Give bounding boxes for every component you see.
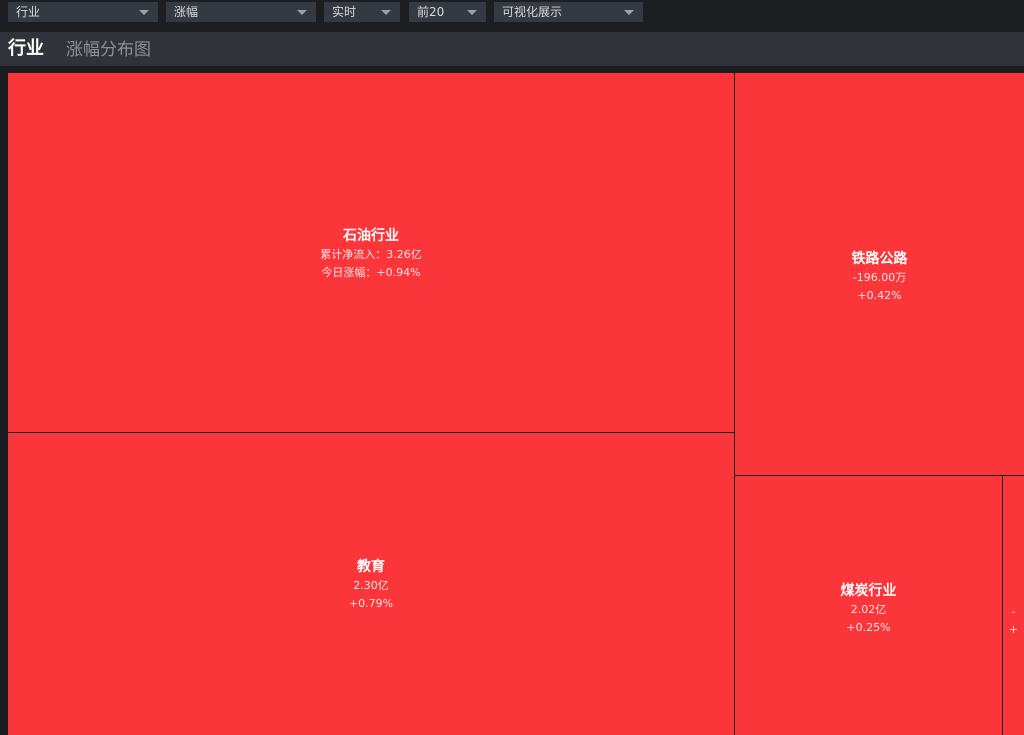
chart-header: 行业 涨幅分布图 [0, 32, 1024, 66]
tile-change-percent: +0.42% [857, 289, 902, 302]
view-mode-dropdown-value: 可视化展示 [502, 5, 563, 19]
tile-net-inflow: -196.00万 [852, 271, 907, 284]
chart-top-gap [0, 66, 1024, 73]
page-subtitle: 涨幅分布图 [66, 40, 151, 60]
tile-name: 煤炭行业 [840, 583, 897, 599]
tile-change-percent: 今日涨幅：+0.94% [321, 266, 421, 279]
view-mode-dropdown[interactable]: 可视化展示 [494, 2, 643, 22]
treemap-tile-education[interactable]: 教育 2.30亿 +0.79% [8, 433, 734, 735]
filter-toolbar: 行业 涨幅 实时 前20 可视化展示 [0, 0, 1024, 32]
tile-label-group: 铁路公路 -196.00万 +0.42% [735, 249, 1024, 305]
metric-dropdown-value: 涨幅 [174, 5, 199, 19]
tile-change-percent: +0.79% [348, 597, 394, 610]
chevron-down-icon [381, 10, 391, 15]
metric-dropdown[interactable]: 涨幅 [166, 2, 316, 22]
page-title: 行业 [8, 38, 44, 59]
tile-net-inflow: 累计净流入：3.26亿 [320, 248, 422, 261]
category-dropdown-value: 行业 [16, 5, 41, 19]
tile-net-inflow: 2.30亿 [353, 579, 389, 592]
timeframe-dropdown-value: 实时 [332, 5, 357, 19]
category-dropdown[interactable]: 行业 [8, 2, 158, 22]
tile-label-group: 煤炭行业 2.02亿 +0.25% [735, 581, 1002, 637]
chevron-down-icon [139, 10, 149, 15]
tile-name: 教育 [357, 559, 385, 575]
chevron-down-icon [297, 10, 307, 15]
tile-label-group: 石油行业 累计净流入：3.26亿 今日涨幅：+0.94% [8, 226, 734, 282]
treemap-tile-railway-highway[interactable]: 铁路公路 -196.00万 +0.42% [735, 73, 1024, 475]
tile-net-inflow: 2.02亿 [850, 603, 887, 616]
tile-name: 石油行业 [343, 228, 399, 244]
treemap-chart: 石油行业 累计净流入：3.26亿 今日涨幅：+0.94% 教育 2.30亿 +0… [0, 66, 1024, 735]
chevron-down-icon [467, 10, 477, 15]
tile-name: 铁路公路 [851, 251, 908, 267]
treemap-tile-coal[interactable]: 煤炭行业 2.02亿 +0.25% [735, 476, 1002, 735]
tile-change-percent: + [1008, 623, 1019, 636]
treemap-tile-oil[interactable]: 石油行业 累计净流入：3.26亿 今日涨幅：+0.94% [8, 73, 734, 432]
chevron-down-icon [624, 10, 634, 15]
tile-net-inflow: - [1011, 605, 1016, 618]
timeframe-dropdown[interactable]: 实时 [324, 2, 400, 22]
topn-dropdown[interactable]: 前20 [409, 2, 486, 22]
topn-dropdown-value: 前20 [417, 5, 445, 19]
tile-change-percent: +0.25% [846, 621, 891, 634]
tile-label-group: 教育 2.30亿 +0.79% [8, 557, 734, 613]
treemap-tile-small[interactable]: - + [1003, 476, 1024, 735]
